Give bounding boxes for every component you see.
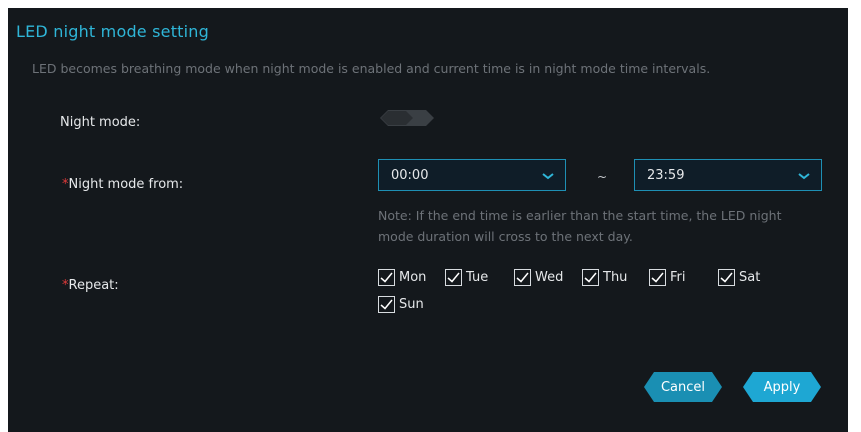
checkbox-label: Mon (399, 270, 427, 285)
cancel-button-label: Cancel (660, 379, 706, 395)
repeat-checkbox-sun[interactable]: Sun (378, 296, 424, 313)
repeat-checkbox-thu[interactable]: Thu (582, 269, 627, 286)
end-time-value: 23:59 (647, 168, 685, 183)
checkbox-label: Tue (466, 270, 489, 285)
cancel-button[interactable]: Cancel (644, 372, 722, 402)
chevron-down-icon (542, 173, 554, 180)
chevron-down-icon (798, 173, 810, 180)
end-time-select[interactable]: 23:59 (634, 159, 822, 191)
checkbox-label: Fri (670, 270, 686, 285)
checkbox-label: Wed (535, 270, 564, 285)
repeat-checkbox-mon[interactable]: Mon (378, 269, 426, 286)
checkbox-box (445, 269, 462, 286)
repeat-label: *Repeat: (62, 278, 119, 293)
night-mode-label: Night mode: (60, 115, 141, 130)
start-time-select[interactable]: 00:00 (378, 159, 566, 191)
repeat-checkbox-fri[interactable]: Fri (649, 269, 686, 286)
panel-title: LED night mode setting (16, 22, 210, 41)
checkbox-box (514, 269, 531, 286)
start-time-value: 00:00 (391, 168, 429, 183)
checkbox-box (718, 269, 735, 286)
panel-description: LED becomes breathing mode when night mo… (32, 61, 711, 76)
time-note: Note: If the end time is earlier than th… (378, 208, 782, 244)
repeat-text: Repeat: (68, 278, 119, 293)
repeat-checkbox-tue[interactable]: Tue (445, 269, 488, 286)
checkmark-icon (516, 272, 529, 283)
time-range-separator: ~ (597, 170, 608, 184)
checkbox-label: Sun (399, 297, 424, 312)
checkbox-box (582, 269, 599, 286)
checkbox-box (649, 269, 666, 286)
checkbox-label: Sat (739, 270, 761, 285)
checkmark-icon (380, 299, 393, 310)
checkbox-label: Thu (603, 270, 628, 285)
apply-button[interactable]: Apply (743, 372, 821, 402)
repeat-checkbox-wed[interactable]: Wed (514, 269, 563, 286)
checkbox-box (378, 269, 395, 286)
apply-button-label: Apply (763, 379, 801, 395)
checkbox-box (378, 296, 395, 313)
checkmark-icon (584, 272, 597, 283)
night-mode-from-text: Night mode from: (68, 177, 184, 192)
checkmark-icon (720, 272, 733, 283)
led-night-mode-panel: LED night mode setting LED becomes breat… (8, 8, 848, 432)
checkmark-icon (447, 272, 460, 283)
night-mode-from-label: *Night mode from: (62, 177, 183, 192)
repeat-checkbox-sat[interactable]: Sat (718, 269, 760, 286)
checkmark-icon (380, 272, 393, 283)
checkmark-icon (651, 272, 664, 283)
night-mode-toggle[interactable] (380, 110, 434, 126)
